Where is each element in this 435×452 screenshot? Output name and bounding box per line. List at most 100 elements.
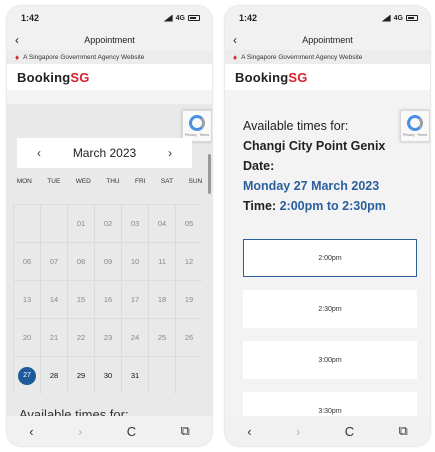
brand-logo[interactable]: Booking SG [225, 64, 430, 90]
calendar-day: 12 [175, 243, 202, 280]
recaptcha-text: Privacy · Terms [402, 133, 428, 137]
network-label: 4G [175, 14, 185, 22]
status-bar: 1:42 4G [225, 6, 430, 30]
calendar-day: 08 [67, 243, 94, 280]
brand-text-sg: SG [288, 69, 308, 85]
weekday-label: WED [75, 178, 91, 185]
share-icon[interactable]: ⧉ [399, 423, 408, 439]
calendar-day-available[interactable]: 29 [67, 357, 94, 394]
time-label: Time: [243, 199, 277, 213]
weekday-label: THU [106, 178, 120, 185]
weekday-label: SAT [160, 178, 174, 185]
network-label: 4G [393, 14, 403, 22]
network-indicator: 4G [381, 14, 418, 22]
battery-icon [406, 15, 418, 21]
signal-icon [163, 14, 173, 22]
selected-day-label: 27 [18, 366, 36, 385]
calendar-day: 22 [67, 319, 94, 356]
brand-logo[interactable]: Booking SG [7, 64, 212, 90]
brand-text-booking: Booking [17, 69, 71, 85]
weekday-header: MON TUE WED THU FRI SAT SUN [7, 178, 212, 185]
recaptcha-icon [407, 115, 423, 131]
time-value: 2:00pm to 2:30pm [279, 199, 386, 213]
phone-screen-timeslots: 1:42 4G ‹ Appointment ♦ A Singapore Gove… [225, 6, 430, 446]
calendar-day: 02 [94, 205, 121, 242]
weekday-label: TUE [47, 178, 61, 185]
calendar-day: 19 [175, 281, 202, 318]
calendar-day-available[interactable]: 31 [121, 357, 148, 394]
prev-month-button[interactable]: ‹ [37, 146, 41, 160]
calendar-day-available[interactable]: 30 [94, 357, 121, 394]
gov-banner-text: A Singapore Government Agency Website [23, 53, 145, 61]
calendar-day: 06 [13, 243, 40, 280]
calendar-day: 03 [121, 205, 148, 242]
scrollbar[interactable] [208, 154, 211, 194]
location-name: Changi City Point Genix [243, 139, 386, 153]
date-label: Date: [243, 159, 275, 173]
nav-bar: ‹ Appointment [225, 30, 430, 50]
calendar-grid: 01 02 03 04 05 06 07 08 09 10 11 12 13 1… [13, 204, 202, 394]
calendar-day: 16 [94, 281, 121, 318]
calendar-day: 05 [175, 205, 202, 242]
calendar-day: 04 [148, 205, 175, 242]
share-icon[interactable]: ⧉ [181, 423, 190, 439]
weekday-label: MON [16, 178, 32, 185]
gov-banner: ♦ A Singapore Government Agency Website [225, 50, 430, 64]
lion-head-icon: ♦ [233, 52, 238, 62]
timeslot-button-selected[interactable]: 2:00pm [243, 239, 417, 277]
browser-toolbar: ‹ › C ⧉ [7, 416, 212, 446]
browser-back-icon[interactable]: ‹ [29, 424, 33, 439]
gov-banner-text: A Singapore Government Agency Website [241, 53, 363, 61]
calendar-day: 11 [148, 243, 175, 280]
timeslot-button[interactable]: 3:30pm [243, 392, 417, 416]
battery-icon [188, 15, 200, 21]
reload-icon[interactable]: C [345, 424, 354, 439]
timeslot-button[interactable]: 2:30pm [243, 290, 417, 328]
summary-heading: Available times for: [243, 119, 349, 133]
browser-forward-icon[interactable]: › [78, 424, 82, 439]
appointment-summary: Available times for: Changi City Point G… [243, 116, 400, 216]
calendar-day-empty [148, 357, 175, 394]
recaptcha-badge[interactable]: Privacy · Terms [400, 110, 430, 142]
weekday-label: SUN [188, 178, 203, 185]
page-title: Appointment [302, 35, 353, 45]
recaptcha-icon [189, 115, 205, 131]
calendar-day-empty [40, 205, 67, 242]
calendar-day: 18 [148, 281, 175, 318]
status-time: 1:42 [239, 13, 258, 23]
brand-text-sg: SG [70, 69, 90, 85]
calendar-day: 15 [67, 281, 94, 318]
status-time: 1:42 [21, 13, 40, 23]
calendar-week: 27 28 29 30 31 [13, 356, 202, 394]
calendar-day-empty [175, 357, 202, 394]
available-times-heading: Available times for: [19, 407, 129, 416]
calendar-day-available[interactable]: 28 [40, 357, 67, 394]
browser-forward-icon[interactable]: › [296, 424, 300, 439]
browser-toolbar: ‹ › C ⧉ [225, 416, 430, 446]
month-selector: ‹ March 2023 › [17, 138, 192, 168]
signal-icon [381, 14, 391, 22]
browser-back-icon[interactable]: ‹ [247, 424, 251, 439]
calendar-week: 20 21 22 23 24 25 26 [13, 318, 202, 356]
calendar-day: 01 [67, 205, 94, 242]
calendar-day: 26 [175, 319, 202, 356]
calendar-day: 17 [121, 281, 148, 318]
date-value: Monday 27 March 2023 [243, 179, 380, 193]
reload-icon[interactable]: C [127, 424, 136, 439]
next-month-button[interactable]: › [168, 146, 172, 160]
calendar-day-empty [13, 205, 40, 242]
calendar-week: 13 14 15 16 17 18 19 [13, 280, 202, 318]
calendar-day-selected[interactable]: 27 [13, 357, 40, 394]
calendar-day: 10 [121, 243, 148, 280]
page-title: Appointment [84, 35, 135, 45]
calendar-day: 23 [94, 319, 121, 356]
gov-banner: ♦ A Singapore Government Agency Website [7, 50, 212, 64]
calendar-day: 20 [13, 319, 40, 356]
calendar-day: 14 [40, 281, 67, 318]
network-indicator: 4G [163, 14, 200, 22]
calendar-day: 21 [40, 319, 67, 356]
timeslot-button[interactable]: 3:00pm [243, 341, 417, 379]
calendar-week: 01 02 03 04 05 [13, 204, 202, 242]
calendar-week: 06 07 08 09 10 11 12 [13, 242, 202, 280]
calendar-content: Privacy · Terms ‹ March 2023 › MON TUE W… [7, 104, 212, 416]
